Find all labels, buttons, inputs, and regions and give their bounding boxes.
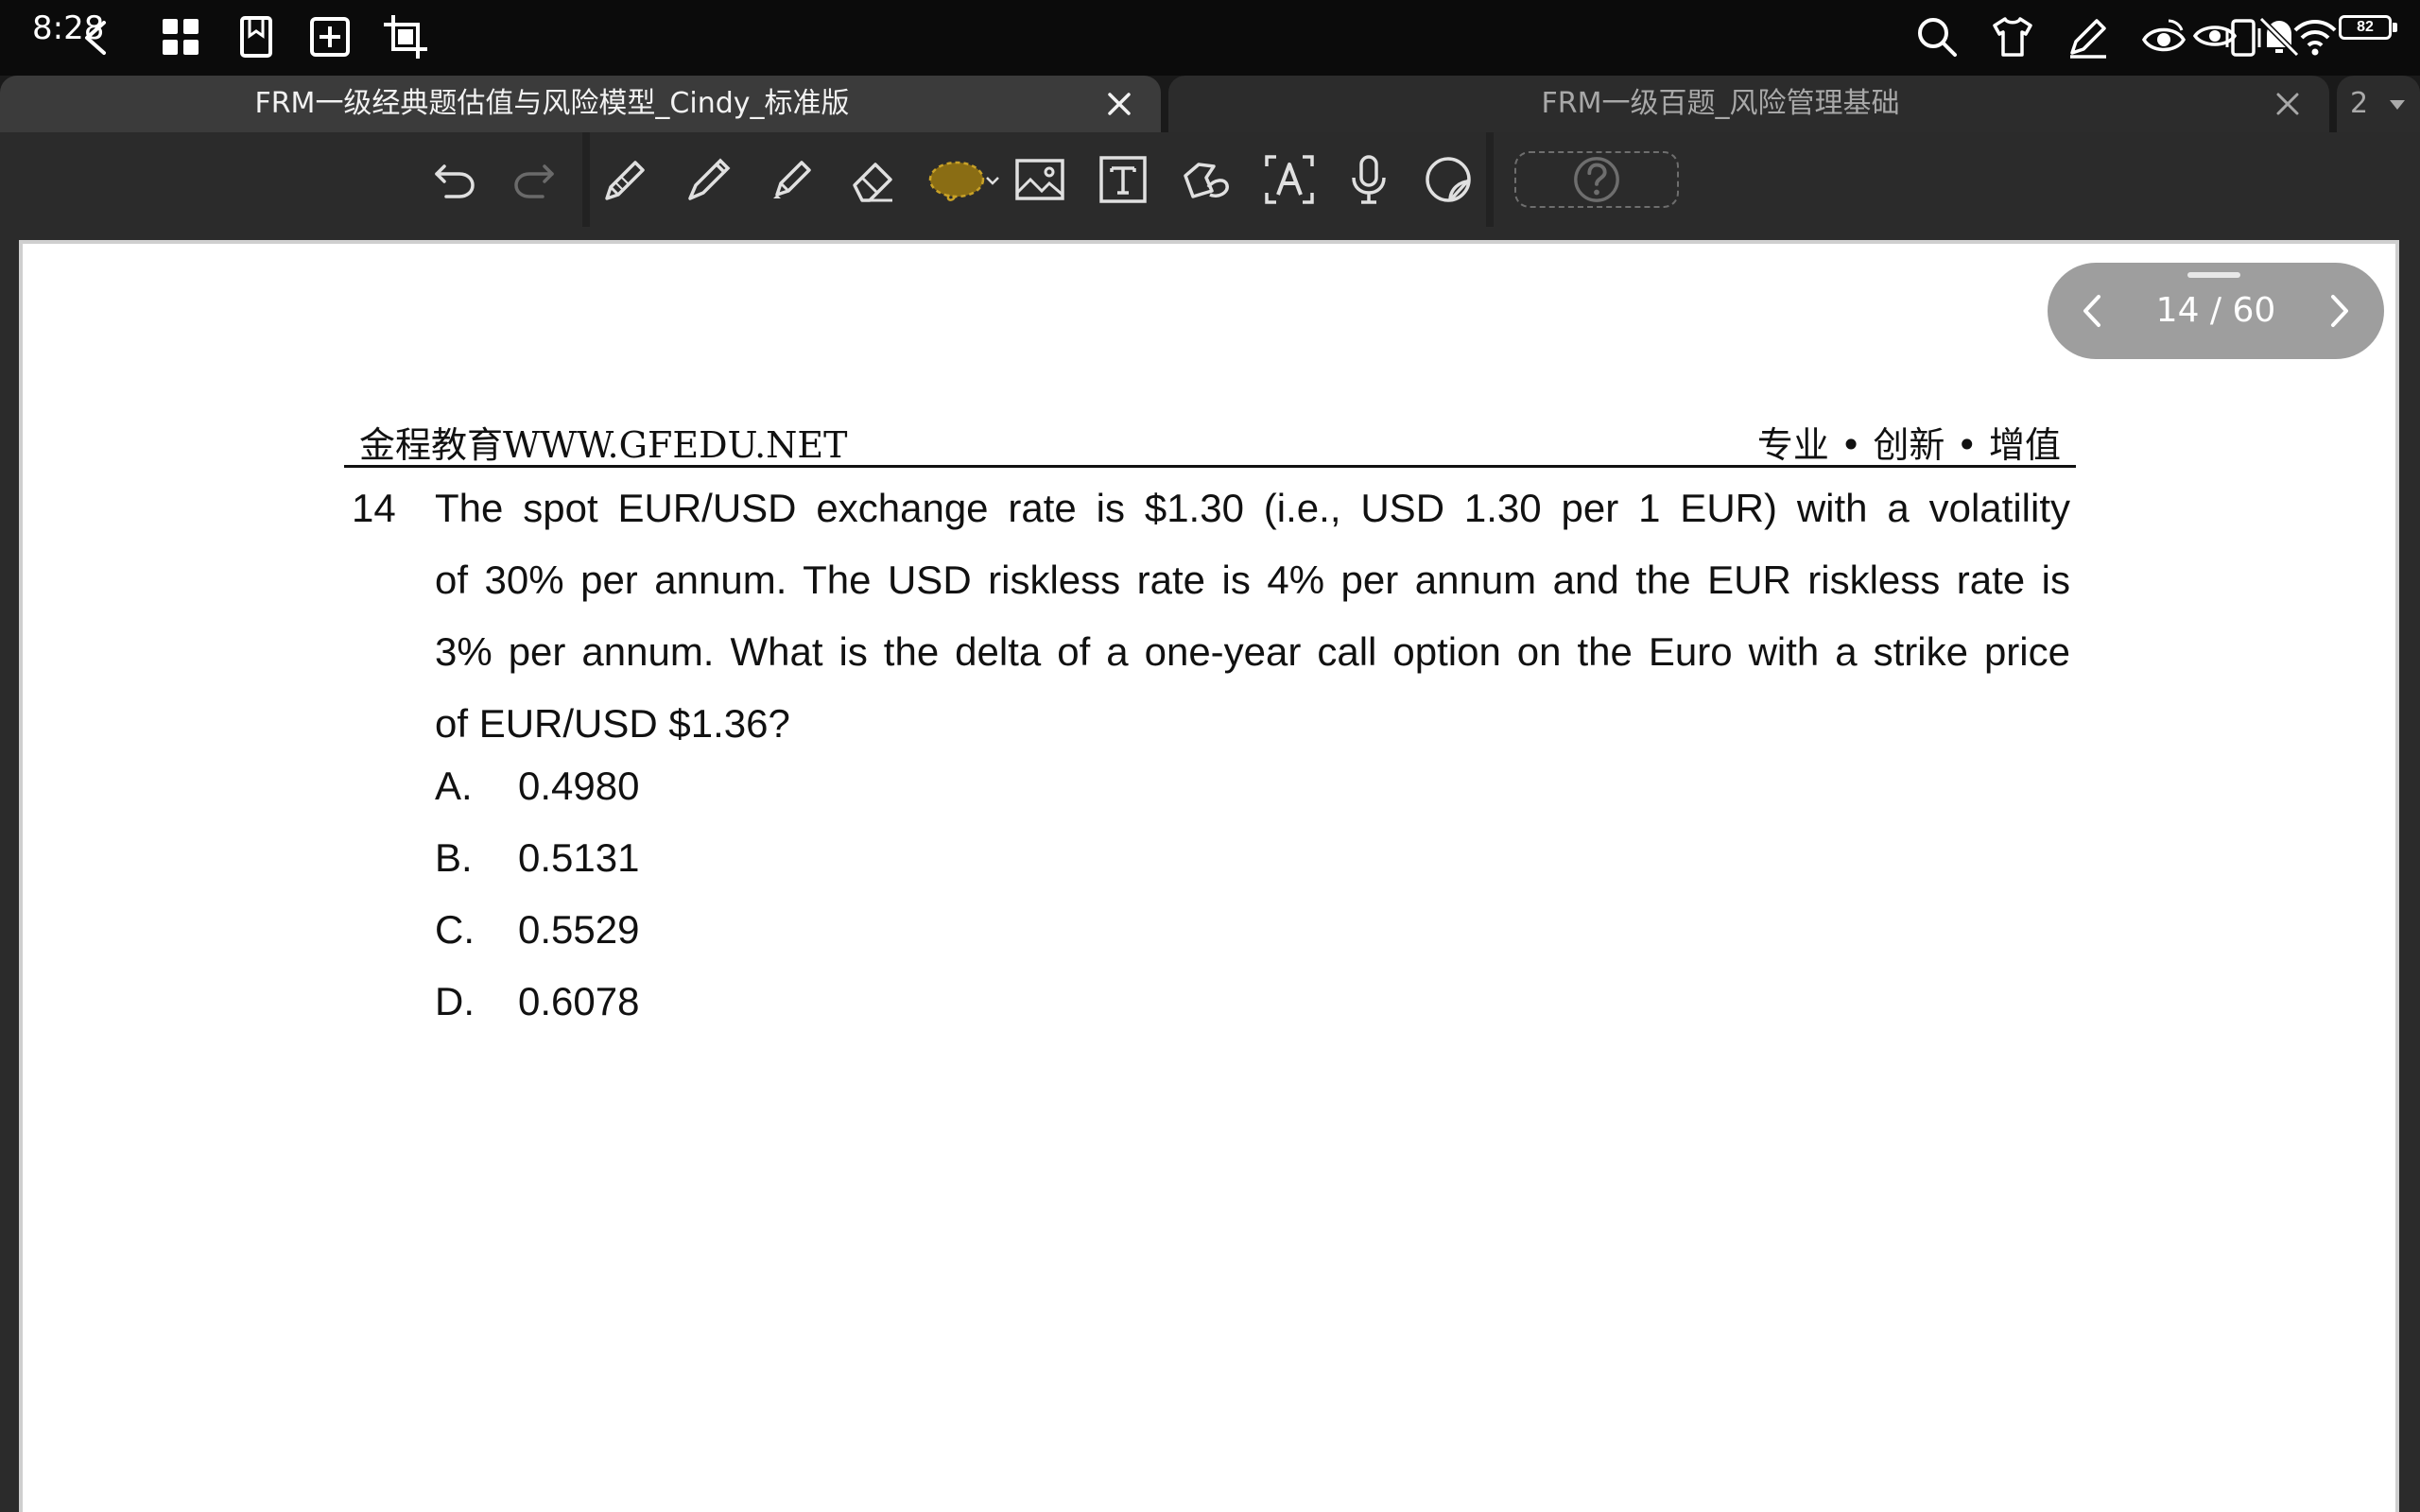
chevron-left-icon[interactable] <box>2070 287 2118 335</box>
grid-apps-icon[interactable] <box>157 13 204 60</box>
redo-button[interactable] <box>503 149 563 210</box>
option-letter: C. <box>435 907 475 952</box>
text-recognition-icon <box>1265 155 1314 204</box>
highlighter-tool[interactable] <box>760 149 821 210</box>
tab-title: FRM一级经典题估值与风险模型_Cindy_标准版 <box>254 87 850 120</box>
pen-icon[interactable] <box>2065 13 2112 60</box>
tab-frm-risk-foundations[interactable]: FRM一级百题_风险管理基础 <box>1168 76 2329 132</box>
close-icon[interactable] <box>2273 89 2303 119</box>
toolbar-divider <box>582 132 590 227</box>
option-value: 0.5131 <box>518 835 640 880</box>
tab-count: 2 <box>2350 87 2369 120</box>
crop-icon[interactable] <box>382 13 429 60</box>
pen-tool[interactable] <box>677 149 737 210</box>
shape-tool[interactable] <box>1176 149 1236 210</box>
question-line: of 30% per annum. The USD riskless rate … <box>435 558 2070 602</box>
help-button[interactable] <box>1514 151 1679 208</box>
answer-option-a: A. 0.4980 <box>435 750 639 822</box>
text-box-icon <box>1099 156 1147 203</box>
answer-option-c: C. 0.5529 <box>435 894 639 966</box>
chevron-down-icon <box>2390 100 2405 110</box>
status-bar: 8:28 82 <box>0 0 2420 76</box>
tab-bar: FRM一级经典题估值与风险模型_Cindy_标准版 FRM一级百题_风险管理基础… <box>0 76 2420 132</box>
pencil-tool[interactable] <box>594 149 654 210</box>
text-recognition-tool[interactable] <box>1259 149 1320 210</box>
image-tool[interactable] <box>1010 149 1070 210</box>
close-icon[interactable] <box>1104 89 1134 119</box>
option-value: 0.6078 <box>518 979 640 1023</box>
toolbar-divider <box>1486 132 1494 227</box>
option-letter: D. <box>435 979 475 1023</box>
lasso-tool[interactable] <box>926 149 1002 210</box>
bookmark-icon[interactable] <box>233 13 280 60</box>
question-line: of EUR/USD $1.36? <box>435 701 790 746</box>
voice-record-tool[interactable] <box>1339 149 1399 210</box>
add-box-icon[interactable] <box>306 13 354 60</box>
option-letter: B. <box>435 835 473 880</box>
image-icon <box>1015 159 1064 200</box>
chevron-right-icon[interactable] <box>2314 287 2361 335</box>
option-value: 0.5529 <box>518 907 640 952</box>
lasso-icon <box>928 161 999 201</box>
shirt-icon[interactable] <box>1989 13 2036 60</box>
text-box-tool[interactable] <box>1093 149 1153 210</box>
question-number: 14 <box>352 486 396 530</box>
option-value: 0.4980 <box>518 764 640 808</box>
eye-icon <box>2141 19 2187 52</box>
undo-button[interactable] <box>425 149 486 210</box>
battery-icon: 82 <box>2339 15 2397 40</box>
tab-title: FRM一级百题_风险管理基础 <box>1541 87 1900 120</box>
question-text: The spot EUR/USD exchange rate is $1.30 … <box>435 472 2070 760</box>
sticker-icon <box>1426 157 1471 202</box>
pen-icon <box>688 158 731 200</box>
shape-icon <box>1184 163 1229 198</box>
page-indicator: 14 / 60 <box>2155 291 2276 330</box>
question-line: 3% per annum. What is the delta of a one… <box>435 629 2070 674</box>
search-icon[interactable] <box>1913 13 1961 60</box>
help-icon <box>1574 157 1619 202</box>
header-divider <box>344 465 2076 468</box>
tab-count-dropdown[interactable]: 2 <box>2337 76 2420 132</box>
undo-icon <box>435 164 475 198</box>
document-header-slogan: 专业 • 创新 • 增值 <box>1756 424 2061 466</box>
pencil-icon <box>605 161 645 200</box>
redo-icon <box>514 164 554 198</box>
back-chevron-icon[interactable] <box>76 17 117 59</box>
question-line: The spot EUR/USD exchange rate is $1.30 … <box>435 486 2070 530</box>
document-header-brand: 金程教育WWW.GFEDU.NET <box>359 424 848 466</box>
annotation-toolbar <box>0 132 2420 227</box>
sticker-tool[interactable] <box>1418 149 1478 210</box>
page-navigator[interactable]: 14 / 60 <box>2048 263 2384 359</box>
eraser-tool[interactable] <box>843 149 904 210</box>
answer-option-d: D. 0.6078 <box>435 966 639 1038</box>
option-letter: A. <box>435 764 473 808</box>
eraser-icon <box>853 163 892 202</box>
answer-option-b: B. 0.5131 <box>435 822 639 894</box>
wifi-icon <box>2293 20 2337 56</box>
highlighter-icon <box>773 161 811 198</box>
tab-frm-valuation[interactable]: FRM一级经典题估值与风险模型_Cindy_标准版 <box>0 76 1161 132</box>
microphone-icon <box>1352 155 1386 204</box>
